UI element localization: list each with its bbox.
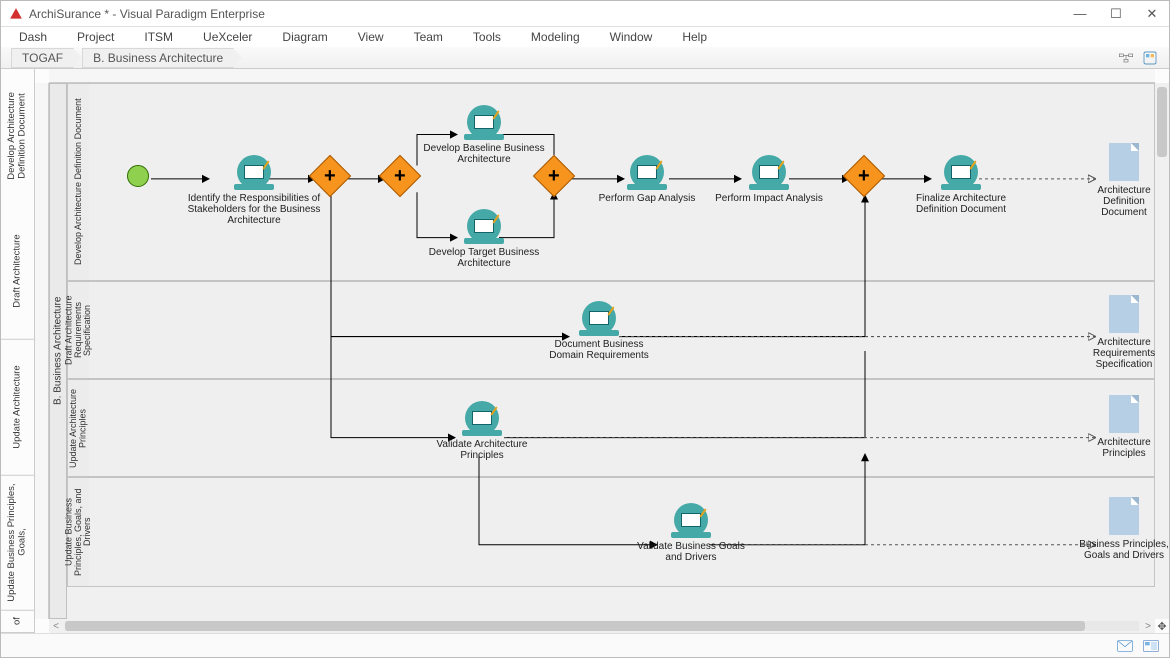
task-identify-stakeholders[interactable]: Identify the Responsibilities of Stakeho… <box>179 155 329 226</box>
task-label: Validate Architecture Principles <box>427 439 537 461</box>
gateway-parallel-2[interactable]: + <box>385 161 415 191</box>
artifact-biz-principles[interactable]: Business Principles, Goals and Drivers <box>1079 497 1169 561</box>
lane-update-biz[interactable]: Update Business Principles, Goals, and D… <box>67 477 1155 587</box>
menu-tools[interactable]: Tools <box>473 30 501 44</box>
task-develop-target[interactable]: Develop Target Business Architecture <box>419 209 549 269</box>
scroll-left-icon[interactable]: < <box>49 621 63 632</box>
close-button[interactable]: ✕ <box>1143 6 1161 22</box>
status-bar <box>1 633 1169 657</box>
task-label: Identify the Responsibilities of Stakeho… <box>179 193 329 226</box>
window-title: ArchiSurance * - Visual Paradigm Enterpr… <box>29 7 1071 21</box>
canvas-area: < > ✥ B. Business Architecture Develop A… <box>35 69 1169 633</box>
menu-view[interactable]: View <box>358 30 384 44</box>
scrollbar-horizontal[interactable]: < > <box>49 619 1155 633</box>
mail-icon[interactable] <box>1117 639 1133 653</box>
gateway-parallel-3[interactable]: + <box>539 161 569 191</box>
task-label: Validate Business Goals and Drivers <box>629 541 753 563</box>
artifact-arch-req[interactable]: Architecture Requirements Specification <box>1079 295 1169 370</box>
left-tab-strip: Develop Architecture Definition Document… <box>1 69 35 633</box>
menu-project[interactable]: Project <box>77 30 114 44</box>
task-impact-analysis[interactable]: Perform Impact Analysis <box>709 155 829 204</box>
menu-modeling[interactable]: Modeling <box>531 30 580 44</box>
maximize-button[interactable]: ☐ <box>1107 6 1125 22</box>
menu-window[interactable]: Window <box>610 30 653 44</box>
menu-help[interactable]: Help <box>682 30 707 44</box>
switch-view-icon[interactable] <box>1141 49 1159 67</box>
task-finalize[interactable]: Finalize Architecture Definition Documen… <box>901 155 1021 215</box>
menu-team[interactable]: Team <box>414 30 443 44</box>
start-event[interactable] <box>127 165 149 187</box>
breadcrumb-bar: TOGAF B. Business Architecture <box>1 47 1169 69</box>
diagram-canvas[interactable]: B. Business Architecture Develop Archite… <box>49 83 1155 619</box>
breadcrumb-root[interactable]: TOGAF <box>11 48 74 68</box>
lane-label-update-biz: Update Business Principles, Goals, and D… <box>67 478 89 586</box>
lane-update-arch[interactable]: Update Architecture Principles <box>67 379 1155 477</box>
left-tab-update-arch[interactable]: Update Architecture <box>1 340 34 476</box>
task-validate-goals[interactable]: Validate Business Goals and Drivers <box>629 503 753 563</box>
ruler-horizontal <box>49 69 1155 83</box>
task-label: Develop Baseline Business Architecture <box>419 143 549 165</box>
task-develop-baseline[interactable]: Develop Baseline Business Architecture <box>419 105 549 165</box>
left-tab-draft[interactable]: Draft Architecture <box>1 204 34 340</box>
task-label: Perform Gap Analysis <box>597 193 697 204</box>
task-validate-principles[interactable]: Validate Architecture Principles <box>427 401 537 461</box>
left-tab-overflow[interactable]: of <box>1 611 34 633</box>
artifact-label: Architecture Definition Document <box>1079 185 1169 218</box>
artifact-arch-principles[interactable]: Architecture Principles <box>1079 395 1169 459</box>
title-bar: ArchiSurance * - Visual Paradigm Enterpr… <box>1 1 1169 27</box>
diagram-overview-icon[interactable] <box>1117 49 1135 67</box>
app-logo-icon <box>9 7 23 21</box>
task-label: Document Business Domain Requirements <box>539 339 659 361</box>
menu-bar: Dash Project ITSM UeXceler Diagram View … <box>1 27 1169 47</box>
artifact-label: Architecture Requirements Specification <box>1079 337 1169 370</box>
scroll-right-icon[interactable]: > <box>1141 621 1155 632</box>
menu-diagram[interactable]: Diagram <box>282 30 327 44</box>
minimize-button[interactable]: — <box>1071 6 1089 21</box>
artifact-arch-def[interactable]: Architecture Definition Document <box>1079 143 1169 218</box>
left-tab-develop[interactable]: Develop Architecture Definition Document <box>1 69 34 204</box>
pan-icon[interactable]: ✥ <box>1155 619 1169 633</box>
task-label: Develop Target Business Architecture <box>419 247 549 269</box>
gateway-parallel-4[interactable]: + <box>849 161 879 191</box>
layout-icon[interactable] <box>1143 639 1159 653</box>
workspace: Develop Architecture Definition Document… <box>1 69 1169 633</box>
gateway-parallel-1[interactable]: + <box>315 161 345 191</box>
task-label: Perform Impact Analysis <box>709 193 829 204</box>
artifact-label: Business Principles, Goals and Drivers <box>1079 539 1169 561</box>
artifact-label: Architecture Principles <box>1079 437 1169 459</box>
task-label: Finalize Architecture Definition Documen… <box>901 193 1021 215</box>
lane-label-update-arch: Update Architecture Principles <box>67 380 89 476</box>
lane-label-draft: Draft Architecture Requirements Specific… <box>67 282 89 378</box>
menu-dash[interactable]: Dash <box>19 30 47 44</box>
menu-uexceler[interactable]: UeXceler <box>203 30 252 44</box>
ruler-vertical <box>35 83 49 619</box>
task-gap-analysis[interactable]: Perform Gap Analysis <box>597 155 697 204</box>
breadcrumb-current[interactable]: B. Business Architecture <box>82 48 234 68</box>
task-document-domain[interactable]: Document Business Domain Requirements <box>539 301 659 361</box>
left-tab-update-biz[interactable]: Update Business Principles, Goals, <box>1 475 34 611</box>
lane-label-develop: Develop Architecture Definition Document <box>67 84 89 280</box>
menu-itsm[interactable]: ITSM <box>144 30 173 44</box>
